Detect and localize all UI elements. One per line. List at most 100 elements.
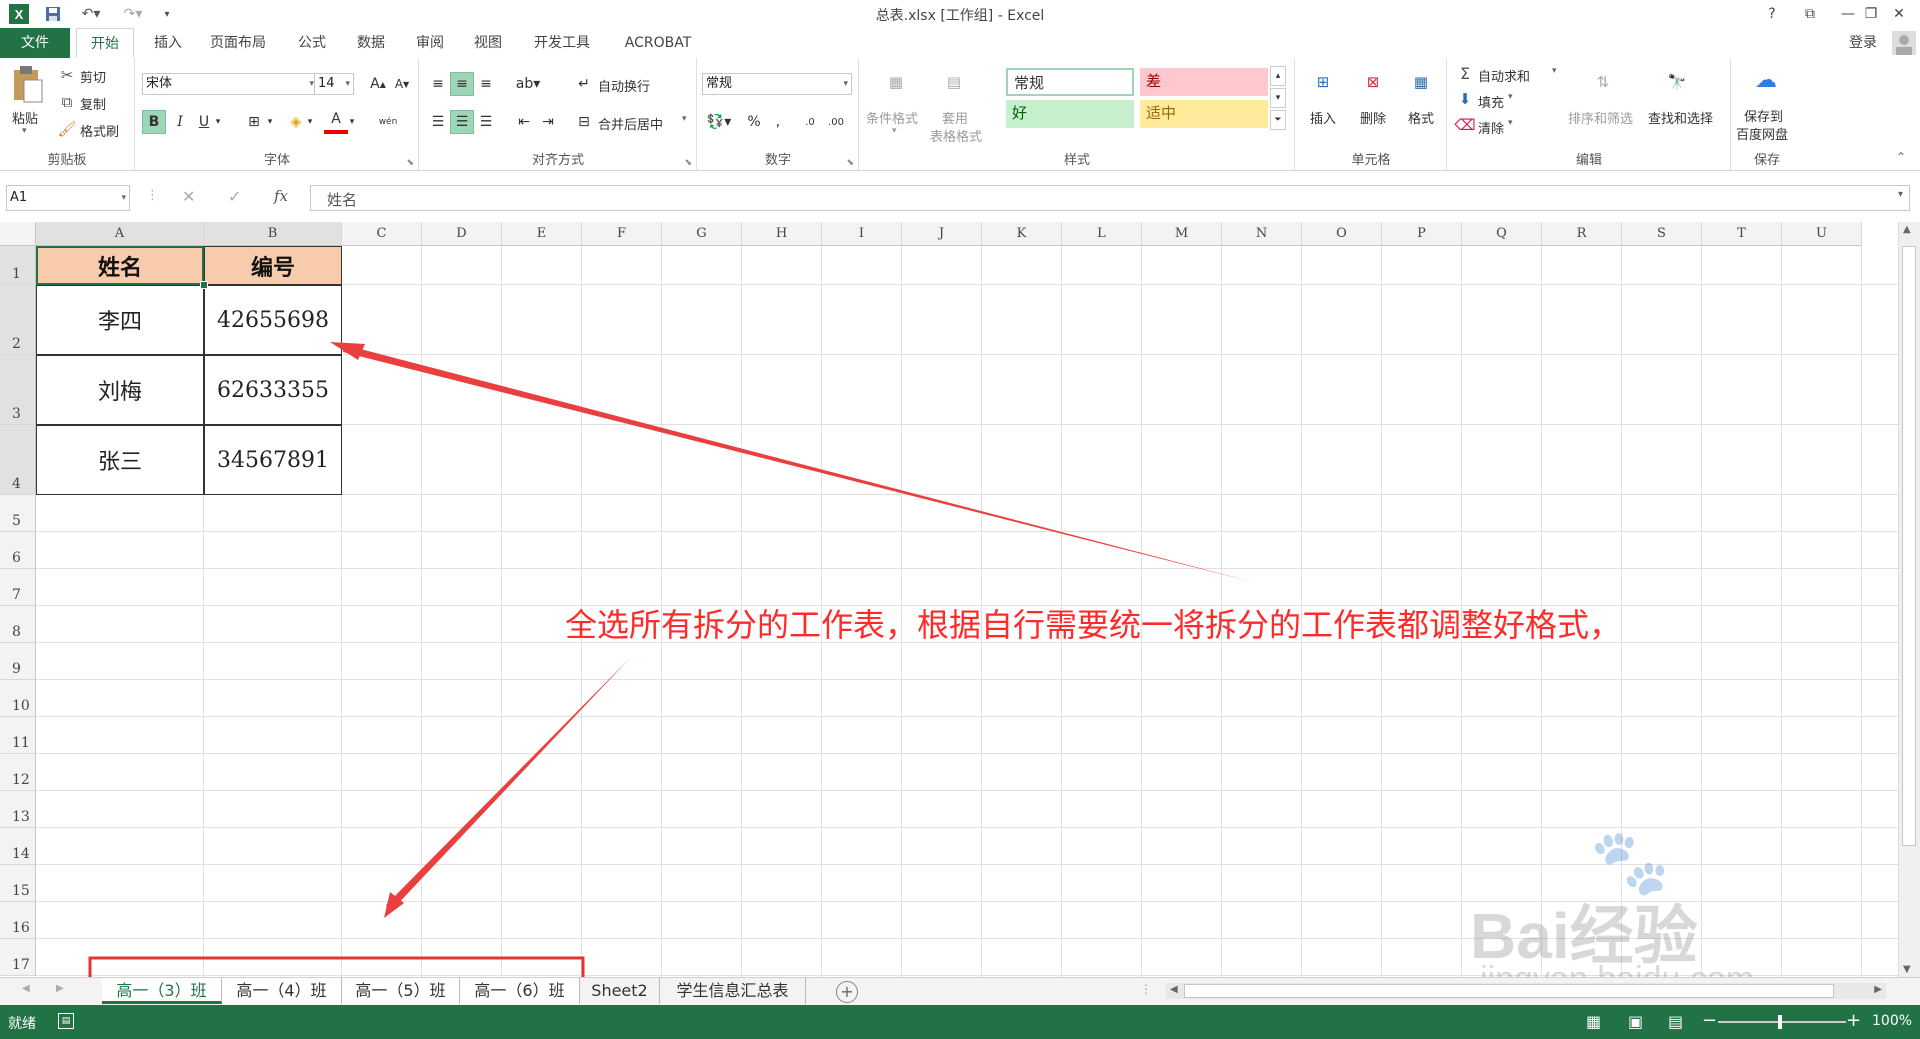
- style-bad[interactable]: 差: [1140, 68, 1268, 96]
- delete-cells-button[interactable]: 删除: [1360, 108, 1386, 127]
- column-header[interactable]: M: [1142, 222, 1222, 246]
- shrink-font-icon[interactable]: A ▼: [390, 72, 414, 96]
- column-header[interactable]: A: [36, 222, 204, 246]
- format-painter-button[interactable]: 格式刷: [80, 121, 119, 140]
- tab-data[interactable]: 数据: [346, 28, 396, 58]
- zoom-slider[interactable]: [1718, 1015, 1846, 1029]
- conditional-format-button[interactable]: 条件格式: [866, 108, 918, 127]
- sheet-tab-summary[interactable]: 学生信息汇总表: [660, 978, 806, 1004]
- horizontal-scrollbar[interactable]: ◀ ▶: [1166, 983, 1886, 999]
- row-header[interactable]: 11: [0, 717, 36, 754]
- paste-dropdown-icon[interactable]: ▾: [22, 126, 27, 136]
- sheet-tab-gao1-4[interactable]: 高一（4）班: [222, 978, 342, 1004]
- align-middle-icon[interactable]: ≡: [450, 72, 474, 96]
- style-normal[interactable]: 常规: [1006, 68, 1134, 96]
- fill-button[interactable]: 填充: [1478, 92, 1504, 111]
- conditional-format-icon[interactable]: ▦: [878, 64, 914, 100]
- merge-center-icon[interactable]: ⊟: [572, 110, 596, 134]
- comma-style-icon[interactable]: ,: [766, 110, 790, 134]
- name-box[interactable]: A1 ▾: [6, 185, 130, 211]
- column-header[interactable]: K: [982, 222, 1062, 246]
- fill-color-dropdown-icon[interactable]: ▾: [304, 110, 316, 134]
- cut-button[interactable]: 剪切: [80, 67, 106, 86]
- phonetic-icon[interactable]: wén: [374, 110, 402, 134]
- column-header[interactable]: E: [502, 222, 582, 246]
- borders-icon[interactable]: ⊞: [242, 110, 266, 134]
- column-header[interactable]: T: [1702, 222, 1782, 246]
- column-header[interactable]: C: [342, 222, 422, 246]
- tab-home[interactable]: 开始: [76, 28, 134, 58]
- tab-formulas[interactable]: 公式: [282, 28, 342, 58]
- row-header[interactable]: 10: [0, 680, 36, 717]
- paste-button[interactable]: 粘贴: [12, 108, 38, 127]
- column-header[interactable]: I: [822, 222, 902, 246]
- row-header[interactable]: 14: [0, 828, 36, 865]
- tab-page-layout[interactable]: 页面布局: [200, 28, 276, 58]
- align-right-icon[interactable]: ☰: [474, 110, 498, 134]
- format-as-table-icon[interactable]: ▤: [936, 64, 972, 100]
- styles-more-icon[interactable]: ⏷: [1270, 110, 1286, 130]
- cond-format-dropdown-icon[interactable]: ▾: [892, 126, 897, 136]
- row-header[interactable]: 2: [0, 285, 36, 355]
- decrease-decimal-icon[interactable]: .00: [824, 110, 848, 134]
- borders-dropdown-icon[interactable]: ▾: [264, 110, 276, 134]
- sheet-tab-gao1-6[interactable]: 高一（6）班: [460, 978, 580, 1004]
- format-cells-button[interactable]: 格式: [1408, 108, 1434, 127]
- font-color-icon[interactable]: A: [324, 108, 348, 134]
- wrap-text-button[interactable]: 自动换行: [598, 76, 650, 95]
- new-sheet-icon[interactable]: +: [836, 981, 858, 1003]
- orientation-icon[interactable]: ab▾: [512, 72, 544, 96]
- zoom-level[interactable]: 100%: [1872, 1013, 1912, 1029]
- row-header[interactable]: 3: [0, 355, 36, 425]
- font-name-select[interactable]: 宋体 ▾: [142, 73, 318, 95]
- autosum-dropdown-icon[interactable]: ▾: [1552, 66, 1557, 76]
- column-header[interactable]: H: [742, 222, 822, 246]
- merge-dropdown-icon[interactable]: ▾: [682, 114, 687, 124]
- help-button[interactable]: ?: [1757, 3, 1787, 25]
- find-select-button[interactable]: 查找和选择: [1648, 108, 1713, 127]
- formula-input[interactable]: 姓名 ▾: [310, 185, 1910, 211]
- row-header[interactable]: 6: [0, 532, 36, 569]
- sheet-tab-gao1-5[interactable]: 高一（5）班: [342, 978, 460, 1004]
- fill-dropdown-icon[interactable]: ▾: [1508, 92, 1513, 102]
- page-layout-view-icon[interactable]: ▣: [1628, 1012, 1643, 1031]
- table-cell[interactable]: 李四: [36, 285, 204, 355]
- number-format-select[interactable]: 常规 ▾: [702, 73, 852, 95]
- row-header[interactable]: 16: [0, 902, 36, 939]
- insert-cells-icon[interactable]: ⊞: [1306, 64, 1340, 100]
- table-cell[interactable]: 张三: [36, 425, 204, 495]
- scroll-down-icon[interactable]: ▼: [1903, 964, 1911, 975]
- italic-button[interactable]: I: [168, 110, 192, 134]
- tab-file[interactable]: 文件: [0, 28, 70, 58]
- increase-indent-icon[interactable]: ⇥: [536, 110, 560, 134]
- zoom-in-icon[interactable]: +: [1846, 1010, 1861, 1031]
- table-cell[interactable]: 42655698: [204, 285, 342, 355]
- alignment-dialog-launcher-icon[interactable]: ⬊: [684, 158, 692, 168]
- close-button[interactable]: ✕: [1884, 3, 1914, 25]
- table-header-cell[interactable]: 姓名: [36, 246, 204, 285]
- column-header[interactable]: D: [422, 222, 502, 246]
- format-cells-icon[interactable]: ▦: [1404, 64, 1438, 100]
- table-cell[interactable]: 34567891: [204, 425, 342, 495]
- autosum-button[interactable]: 自动求和: [1478, 66, 1530, 85]
- zoom-slider-thumb[interactable]: [1778, 1015, 1782, 1029]
- paste-icon[interactable]: [6, 64, 50, 106]
- decrease-indent-icon[interactable]: ⇤: [512, 110, 536, 134]
- merge-center-button[interactable]: 合并后居中: [598, 114, 663, 133]
- row-header[interactable]: 9: [0, 643, 36, 680]
- column-header[interactable]: F: [582, 222, 662, 246]
- tab-splitter-icon[interactable]: ⋮: [1140, 982, 1152, 996]
- sort-filter-button[interactable]: 排序和筛选: [1568, 108, 1633, 127]
- select-all-corner[interactable]: [0, 222, 36, 246]
- format-as-table-label-1[interactable]: 套用: [942, 108, 968, 127]
- column-header[interactable]: N: [1222, 222, 1302, 246]
- table-cell[interactable]: 刘梅: [36, 355, 204, 425]
- row-header[interactable]: 12: [0, 754, 36, 791]
- zoom-out-icon[interactable]: −: [1702, 1010, 1717, 1031]
- accounting-format-icon[interactable]: 💱▾: [702, 110, 736, 134]
- column-header[interactable]: P: [1382, 222, 1462, 246]
- align-bottom-icon[interactable]: ≡: [474, 72, 498, 96]
- ribbon-display-icon[interactable]: ⧉: [1795, 3, 1825, 25]
- vertical-scrollbar[interactable]: ▲ ▼: [1898, 222, 1920, 977]
- expand-formula-icon[interactable]: ▾: [1898, 189, 1903, 200]
